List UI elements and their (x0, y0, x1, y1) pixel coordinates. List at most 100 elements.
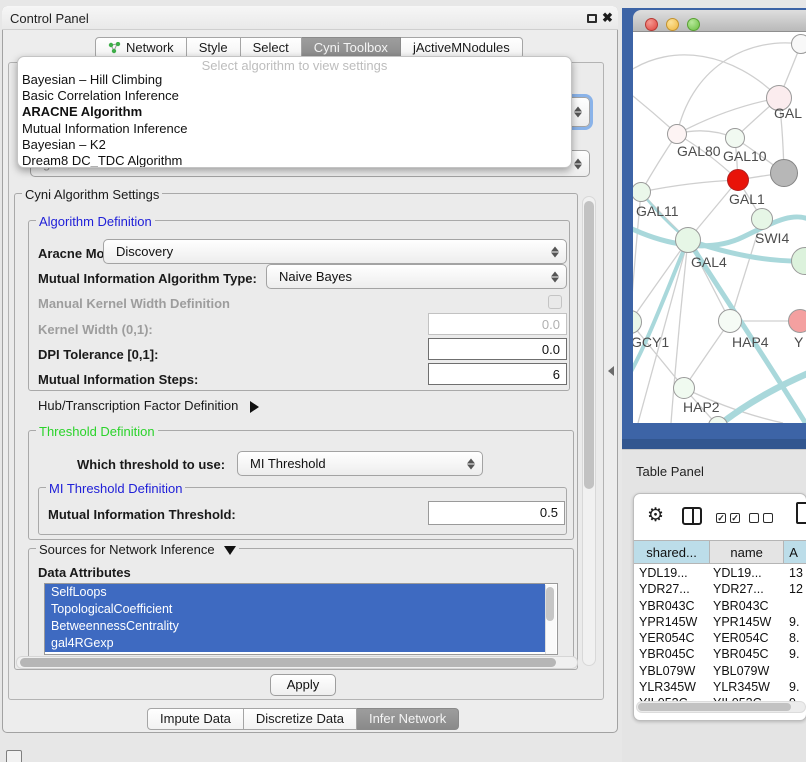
network-node[interactable] (727, 169, 749, 191)
dropdown-placeholder: Select algorithm to view settings (18, 57, 571, 72)
network-node[interactable] (667, 124, 687, 144)
table-horizontal-scrollbar-thumb[interactable] (638, 703, 791, 711)
zoom-traffic-light-icon[interactable] (687, 18, 700, 31)
attributes-scrollbar-thumb[interactable] (546, 587, 554, 621)
table-cell: 12 (786, 581, 806, 597)
export-table-icon[interactable] (796, 502, 806, 524)
table-cell: YPR145W (711, 614, 786, 630)
table-row[interactable]: YBL079WYBL079W (634, 663, 806, 679)
node-label: GAL4 (691, 254, 727, 270)
select-all-checkbox-icon-2[interactable]: ✓ (730, 513, 740, 523)
network-node[interactable] (751, 208, 773, 230)
table-cell: YBR045C (711, 646, 786, 662)
which-threshold-combo[interactable]: MI Threshold (237, 451, 483, 476)
algorithm-option[interactable]: Bayesian – K2 (18, 137, 571, 153)
table-row[interactable]: YER054CYER054C8. (634, 630, 806, 646)
close-traffic-light-icon[interactable] (645, 18, 658, 31)
table-row[interactable]: YDL19...YDL19...13 (634, 565, 806, 581)
table-cell: YDR27... (634, 581, 711, 597)
table-row[interactable]: YPR145WYPR145W9. (634, 614, 806, 630)
attribute-item[interactable]: TopologicalCoefficient (45, 601, 545, 618)
control-panel-titlebar[interactable] (2, 6, 618, 30)
panel-divider-grip[interactable] (608, 366, 614, 376)
tab-discretize-data[interactable]: Discretize Data (244, 708, 357, 730)
aracne-mode-value: Discovery (116, 244, 173, 259)
table-cell: 9. (786, 614, 806, 630)
stepper-arrows-icon (551, 271, 559, 282)
table-cell: YBL079W (634, 663, 711, 679)
tab-cyni-toolbox-label: Cyni Toolbox (314, 38, 388, 58)
tab-infer-network[interactable]: Infer Network (357, 708, 459, 730)
table-cell: YDR27... (711, 581, 786, 597)
table-cell: YLR345W (634, 679, 711, 695)
deselect-all-checkbox-icon-2[interactable] (763, 513, 773, 523)
table-panel-card: ⚙ ✓ ✓ shared... name A YDL19...YDL19...1… (633, 493, 806, 721)
network-node[interactable] (675, 227, 701, 253)
settings-vertical-scrollbar-thumb[interactable] (584, 201, 594, 489)
algorithm-option[interactable]: Basic Correlation Inference (18, 88, 571, 104)
network-node[interactable] (718, 309, 742, 333)
mi-threshold-group-title: MI Threshold Definition (46, 481, 185, 496)
tab-network-label: Network (126, 38, 174, 58)
hub-definition-label: Hub/Transcription Factor Definition (38, 398, 238, 413)
hub-definition-toggle[interactable]: Hub/Transcription Factor Definition (38, 398, 259, 413)
mi-steps-field[interactable]: 6 (428, 363, 567, 385)
table-body: YDL19...YDL19...13YDR27...YDR27...12YBR0… (634, 565, 806, 708)
attribute-item[interactable]: BetweennessCentrality (45, 618, 545, 635)
float-window-icon[interactable] (587, 14, 597, 23)
table-cell: YER054C (711, 630, 786, 646)
network-canvas[interactable]: GALGAL80GAL10GAL1GAL11SWI4GAL4GCY1HAP4YH… (633, 32, 806, 423)
mi-algorithm-type-combo[interactable]: Naive Bayes (266, 264, 567, 289)
mi-threshold-field[interactable]: 0.5 (428, 501, 565, 525)
deselect-all-checkbox-icon[interactable] (749, 513, 759, 523)
column-header-name[interactable]: name (710, 541, 784, 563)
apply-button[interactable]: Apply (270, 674, 336, 696)
network-window-titlebar[interactable] (633, 10, 806, 32)
collapse-down-icon (224, 546, 236, 555)
table-cell (786, 663, 806, 679)
column-header-partial[interactable]: A (784, 541, 806, 563)
network-node[interactable] (725, 128, 745, 148)
table-row[interactable]: YLR345WYLR345W9. (634, 679, 806, 695)
select-all-checkbox-icon[interactable]: ✓ (716, 513, 726, 523)
algorithm-option[interactable]: Bayesian – Hill Climbing (18, 72, 571, 88)
dpi-tolerance-field[interactable]: 0.0 (428, 338, 567, 360)
mi-algorithm-type-value: Naive Bayes (279, 269, 352, 284)
network-node[interactable] (791, 34, 806, 54)
table-row[interactable]: YDR27...YDR27...12 (634, 581, 806, 597)
algorithm-option[interactable]: Dream8 DC_TDC Algorithm (18, 153, 571, 168)
tab-style-label: Style (199, 38, 228, 58)
table-cell: YLR345W (711, 679, 786, 695)
gear-icon[interactable]: ⚙ (647, 504, 664, 527)
attribute-item[interactable]: SelfLoops (45, 584, 545, 601)
minimize-traffic-light-icon[interactable] (666, 18, 679, 31)
tab-discretize-data-label: Discretize Data (256, 709, 344, 729)
close-icon[interactable]: ✖ (602, 10, 613, 26)
table-cell: YDL19... (711, 565, 786, 581)
manual-kernel-width-checkbox[interactable] (548, 295, 562, 309)
table-row[interactable]: YBR043CYBR043C (634, 598, 806, 614)
table-row[interactable]: YBR045CYBR045C9. (634, 646, 806, 662)
node-label: GAL80 (677, 143, 721, 159)
columns-icon[interactable] (682, 507, 702, 525)
algorithm-option[interactable]: ARACNE Algorithm (18, 104, 571, 120)
table-cell: YPR145W (634, 614, 711, 630)
sources-toggle[interactable]: Sources for Network Inference (36, 542, 239, 557)
attributes-scrollbar[interactable] (545, 585, 556, 655)
algorithm-list: Bayesian – Hill ClimbingBasic Correlatio… (18, 72, 571, 168)
tab-impute-data[interactable]: Impute Data (147, 708, 244, 730)
attribute-item[interactable]: gal4RGexp (45, 635, 545, 652)
table-cell: YDL19... (634, 565, 711, 581)
network-node[interactable] (788, 309, 806, 333)
network-node[interactable] (673, 377, 695, 399)
network-icon (108, 42, 121, 54)
kernel-width-label: Kernel Width (0,1): (38, 322, 153, 337)
settings-horizontal-scrollbar-thumb[interactable] (20, 658, 556, 667)
network-node[interactable] (770, 159, 798, 187)
kernel-width-field[interactable]: 0.0 (428, 313, 567, 335)
aracne-mode-combo[interactable]: Discovery (103, 239, 567, 264)
algorithm-option[interactable]: Mutual Information Inference (18, 121, 571, 137)
minimized-panel-icon[interactable] (6, 750, 22, 762)
column-header-shared-name[interactable]: shared... (634, 541, 710, 563)
threshold-definition-title: Threshold Definition (36, 424, 158, 439)
